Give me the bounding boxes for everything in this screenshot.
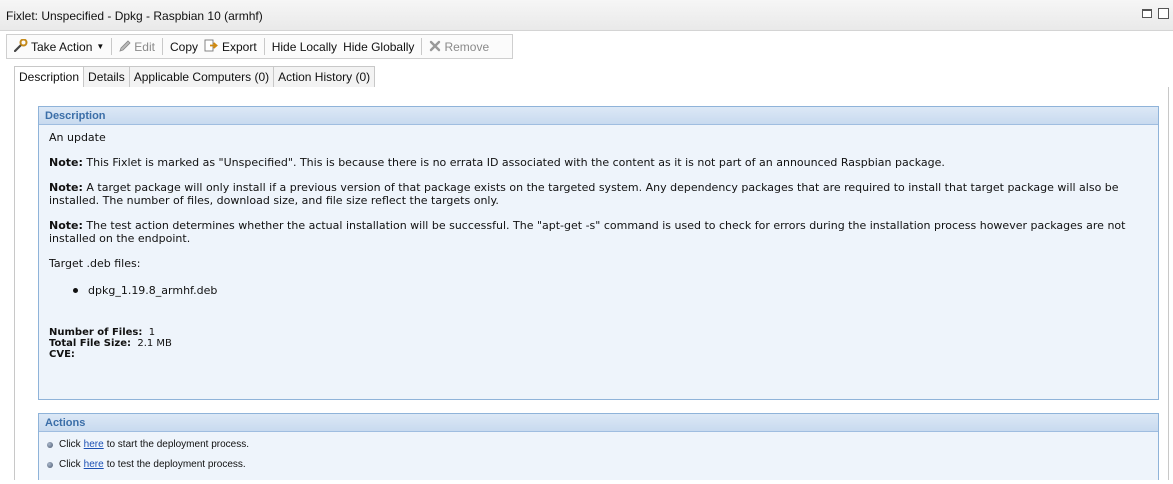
- actions-body: Click here to start the deployment proce…: [39, 432, 1158, 484]
- export-label: Export: [222, 39, 257, 54]
- toolbar-divider: [111, 38, 113, 55]
- tab-action-history[interactable]: Action History (0): [273, 66, 376, 87]
- note-paragraph: Note: This Fixlet is marked as "Unspecif…: [49, 156, 1148, 169]
- note-text: The test action determines whether the a…: [49, 219, 1126, 245]
- toolbar-divider: [263, 38, 265, 55]
- actions-section: Actions Click here to start the deployme…: [38, 413, 1159, 480]
- action-suffix: to start the deployment process.: [106, 439, 249, 450]
- cve-label: CVE:: [49, 349, 75, 360]
- pencil-icon: [119, 39, 131, 54]
- copy-button[interactable]: Copy: [167, 40, 201, 54]
- title-bar: Fixlet: Unspecified - Dpkg - Raspbian 10…: [0, 0, 1173, 31]
- undock-icon[interactable]: [1142, 9, 1152, 18]
- hide-globally-label: Hide Globally: [343, 39, 415, 54]
- target-files-label: Target .deb files:: [49, 257, 141, 270]
- toolbar-divider: [421, 38, 423, 55]
- description-intro: An update: [49, 131, 106, 144]
- hide-globally-button[interactable]: Hide Globally: [340, 40, 417, 54]
- file-name: dpkg_1.19.8_armhf.deb: [88, 284, 218, 297]
- number-of-files-value: 1: [148, 327, 156, 338]
- list-item: dpkg_1.19.8_armhf.deb: [49, 284, 1148, 297]
- bullet-icon: [73, 288, 78, 293]
- test-deployment-link[interactable]: here: [84, 458, 104, 471]
- total-file-size: Total File Size: 2.1 MB: [49, 338, 1148, 349]
- note-label: Note:: [49, 156, 83, 169]
- take-action-button[interactable]: Take Action ▼: [11, 38, 107, 54]
- edit-label: Edit: [134, 39, 155, 54]
- window-title: Fixlet: Unspecified - Dpkg - Raspbian 10…: [6, 9, 263, 23]
- window-controls: [1142, 8, 1169, 19]
- note-text: A target package will only install if a …: [49, 181, 1119, 207]
- copy-label: Copy: [169, 39, 198, 54]
- tab-details[interactable]: Details: [83, 66, 130, 87]
- description-body: An update Note: This Fixlet is marked as…: [39, 125, 1158, 368]
- start-deployment-link[interactable]: here: [84, 438, 104, 451]
- total-file-size-label: Total File Size:: [49, 338, 131, 349]
- tab-description[interactable]: Description: [14, 66, 85, 88]
- wrench-icon: [13, 38, 28, 54]
- take-action-label: Take Action: [31, 39, 93, 54]
- remove-x-icon: [429, 40, 441, 54]
- action-suffix: to test the deployment process.: [106, 459, 246, 470]
- remove-button[interactable]: Remove: [426, 40, 492, 54]
- tab-applicable-computers[interactable]: Applicable Computers (0): [128, 66, 275, 87]
- note-label: Note:: [49, 219, 83, 232]
- total-file-size-value: 2.1 MB: [137, 338, 172, 349]
- hide-locally-label: Hide Locally: [271, 39, 338, 54]
- note-paragraph: Note: A target package will only install…: [49, 181, 1148, 207]
- bullet-icon: [47, 441, 53, 448]
- toolbar-divider: [161, 38, 163, 55]
- remove-label: Remove: [444, 39, 490, 54]
- action-item: Click here to test the deployment proces…: [47, 458, 1150, 471]
- note-label: Note:: [49, 181, 83, 194]
- actions-header: Actions: [39, 414, 1158, 432]
- note-paragraph: Note: The test action determines whether…: [49, 219, 1148, 245]
- description-header: Description: [39, 107, 1158, 125]
- bullet-icon: [47, 461, 53, 468]
- note-text: This Fixlet is marked as "Unspecified". …: [86, 156, 945, 169]
- toolbar: Take Action ▼ Edit Copy Export Hide Loca…: [6, 34, 513, 59]
- export-button[interactable]: Export: [201, 39, 260, 54]
- cve: CVE:: [49, 349, 1148, 360]
- number-of-files: Number of Files: 1: [49, 327, 1148, 338]
- tab-bar: Description Details Applicable Computers…: [14, 66, 376, 88]
- number-of-files-label: Number of Files:: [49, 327, 143, 338]
- export-icon: [204, 39, 219, 54]
- hide-locally-button[interactable]: Hide Locally: [269, 40, 340, 54]
- action-prefix: Click: [59, 459, 81, 470]
- edit-button[interactable]: Edit: [116, 40, 158, 54]
- maximize-icon[interactable]: [1158, 8, 1169, 19]
- tab-content: Description An update Note: This Fixlet …: [14, 87, 1169, 480]
- description-section: Description An update Note: This Fixlet …: [38, 106, 1159, 400]
- action-prefix: Click: [59, 439, 81, 450]
- action-item: Click here to start the deployment proce…: [47, 438, 1150, 451]
- chevron-down-icon: ▼: [96, 42, 105, 51]
